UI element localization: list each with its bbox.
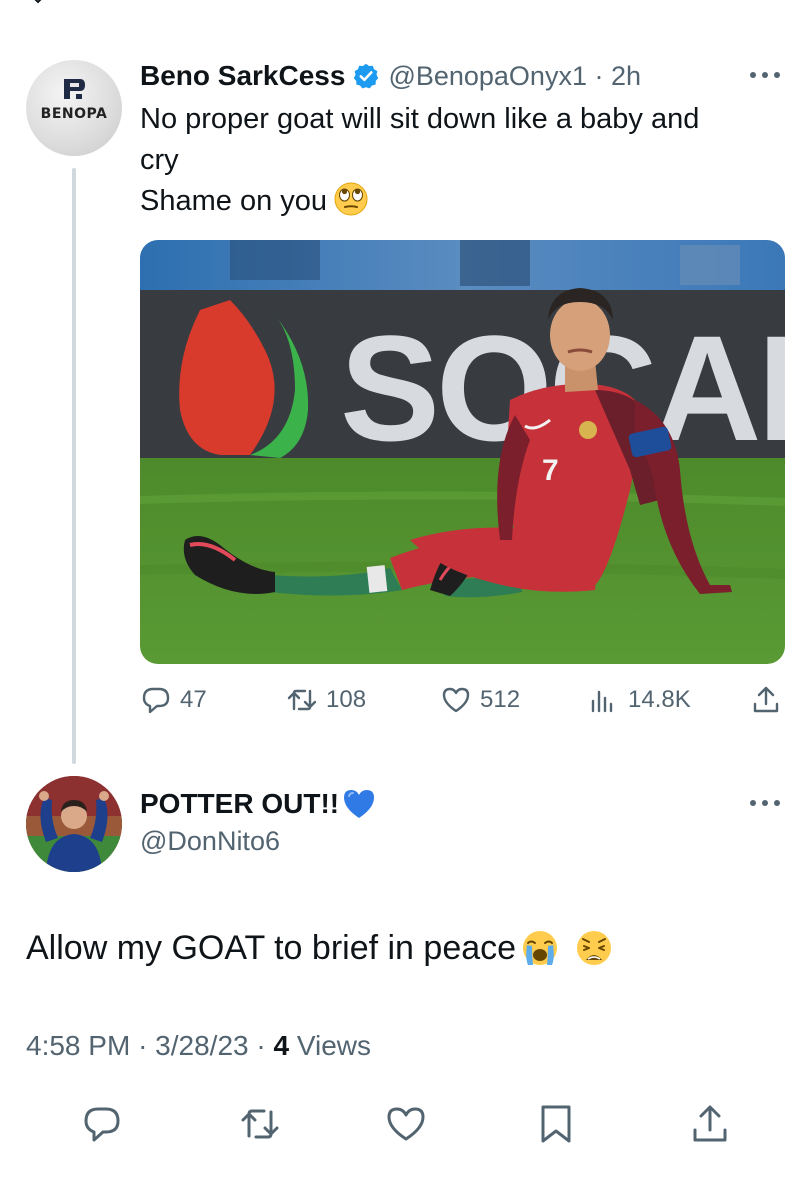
share-icon — [693, 1105, 727, 1142]
reply-text-content: Allow my GOAT to brief in peace — [26, 929, 517, 967]
like-count: 512 — [480, 686, 521, 713]
tweet-text-line: cry — [140, 144, 179, 176]
loudly-crying-face-emoji-icon — [523, 931, 558, 965]
views-label: Views — [296, 1030, 372, 1061]
bookmark-icon — [541, 1105, 571, 1143]
reply-author-name-row[interactable]: POTTER OUT!! — [140, 786, 377, 822]
reply-author-handle[interactable]: @DonNito6 — [140, 826, 280, 857]
share-icon — [753, 686, 779, 713]
views-count: 14.8K — [628, 686, 691, 713]
benopa-logo-mark — [64, 79, 85, 99]
share-button[interactable] — [750, 682, 782, 718]
like-button[interactable]: 512 — [440, 682, 520, 718]
meta-separator: · — [138, 1030, 148, 1061]
meta-date[interactable]: 3/28/23 — [155, 1030, 248, 1061]
reply-button[interactable]: 47 — [140, 682, 207, 718]
like-button[interactable] — [384, 1102, 428, 1146]
avatar[interactable]: BENOPA — [26, 60, 122, 156]
avatar[interactable] — [26, 776, 122, 872]
separator-dot: · — [586, 60, 611, 91]
author-name[interactable]: Beno SarkCess — [140, 60, 345, 92]
blue-heart-emoji-icon — [344, 790, 375, 818]
retweet-icon — [241, 1109, 279, 1139]
heart-icon — [442, 687, 470, 713]
tweet-text-line: Shame on you — [140, 185, 328, 217]
reply-author-name[interactable]: POTTER OUT!! — [140, 788, 339, 820]
reply-icon — [142, 687, 170, 714]
retweet-button[interactable] — [238, 1102, 282, 1146]
reply-count: 47 — [180, 686, 207, 713]
retweet-button[interactable]: 108 — [286, 682, 366, 718]
rolling-eyes-emoji-icon — [334, 182, 368, 216]
reply-icon — [84, 1107, 120, 1142]
bookmark-button[interactable] — [534, 1102, 578, 1146]
tweet-text-line-with-emoji: Shame on you — [140, 181, 790, 222]
tweet-header: Beno SarkCess @BenopaOnyx1 · 2h — [140, 58, 641, 94]
weary-face-emoji-icon — [577, 931, 612, 965]
views-chart-icon — [591, 690, 613, 713]
tweet-meta: 4:58 PM · 3/28/23 · 4 Views — [26, 1030, 371, 1062]
chevron-down-icon[interactable] — [30, 0, 46, 6]
meta-separator: · — [256, 1030, 266, 1061]
tweet-photo[interactable]: SOCAR 7 — [140, 240, 785, 664]
views-count: 4 — [273, 1030, 290, 1061]
meta-time[interactable]: 4:58 PM — [26, 1030, 130, 1061]
more-options-icon[interactable] — [748, 798, 782, 808]
thread-line — [72, 168, 76, 764]
jersey-number: 7 — [542, 454, 559, 487]
tweet-text: No proper goat will sit down like a baby… — [140, 99, 790, 222]
reply-text: Allow my GOAT to brief in peace — [26, 926, 614, 970]
tweet-text-line: No proper goat will sit down like a baby… — [140, 103, 700, 135]
heart-icon — [387, 1107, 425, 1141]
more-options-icon[interactable] — [748, 70, 782, 80]
reply-button[interactable] — [80, 1102, 124, 1146]
views-button[interactable]: 14.8K — [588, 682, 691, 718]
share-button[interactable] — [688, 1102, 732, 1146]
retweet-count: 108 — [326, 686, 367, 713]
tweet-time[interactable]: 2h — [611, 61, 641, 92]
author-handle[interactable]: @BenopaOnyx1 — [388, 61, 587, 92]
retweet-icon — [287, 689, 317, 711]
avatar-logo-text: BENOPA — [40, 106, 108, 122]
verified-badge-icon[interactable] — [352, 62, 380, 90]
